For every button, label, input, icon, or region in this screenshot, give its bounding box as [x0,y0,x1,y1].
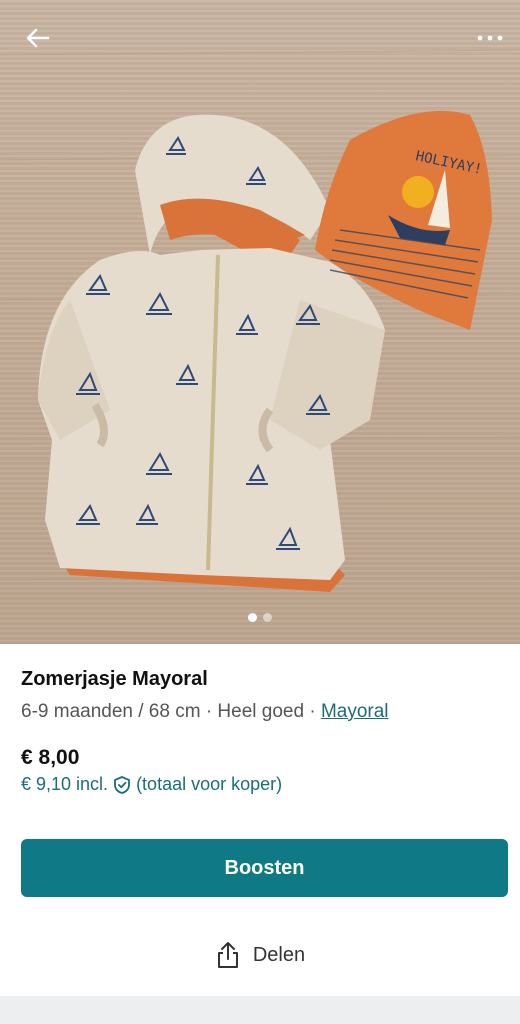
brand-link[interactable]: Mayoral [321,701,389,722]
listing-size-condition: 6-9 maanden / 68 cm · Heel goed · [21,701,321,722]
price: € 8,00 [21,746,80,769]
listing-info: Zomerjasje Mayoral 6-9 maanden / 68 cm ·… [21,668,499,723]
jacket-and-hat-image: HOLIYAY! [0,49,520,592]
share-button[interactable]: Delen [0,940,520,970]
share-icon [217,942,238,968]
arrow-left-icon [26,28,50,48]
gallery-indicator [0,613,520,622]
price-incl-link[interactable]: € 9,10 incl. (totaal voor koper) [21,774,282,795]
bottom-bar [0,996,520,1024]
share-label: Delen [252,943,306,966]
product-photo[interactable]: HOLIYAY! [0,0,520,644]
price-incl-note: (totaal voor koper) [136,774,283,794]
more-horizontal-icon [477,35,503,41]
gallery-dot-2[interactable] [263,613,272,622]
more-options-button[interactable] [474,22,506,54]
listing-title: Zomerjasje Mayoral [21,668,208,690]
back-button[interactable] [22,22,54,54]
gallery-dot-1[interactable] [248,613,257,622]
price-incl-value: € 9,10 incl. [21,774,109,794]
boost-button[interactable]: Boosten [21,839,508,897]
listing-details: 6-9 maanden / 68 cm · Heel goed · Mayora… [21,701,499,723]
shield-check-icon [114,775,130,794]
